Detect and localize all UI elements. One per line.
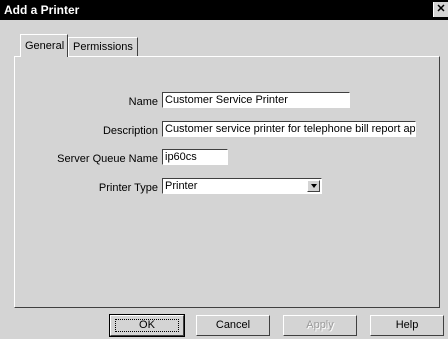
- window-title: Add a Printer: [4, 3, 80, 17]
- close-icon[interactable]: ✕: [433, 2, 448, 17]
- title-bar: Add a Printer ✕: [0, 0, 448, 20]
- ok-button[interactable]: OK: [109, 314, 185, 337]
- cancel-button[interactable]: Cancel: [196, 315, 270, 336]
- tab-general[interactable]: General: [20, 34, 68, 57]
- general-panel: [14, 56, 440, 308]
- tab-permissions[interactable]: Permissions: [68, 37, 138, 56]
- apply-button[interactable]: Apply: [283, 315, 357, 336]
- focus-indicator: [115, 319, 179, 332]
- help-button[interactable]: Help: [370, 315, 444, 336]
